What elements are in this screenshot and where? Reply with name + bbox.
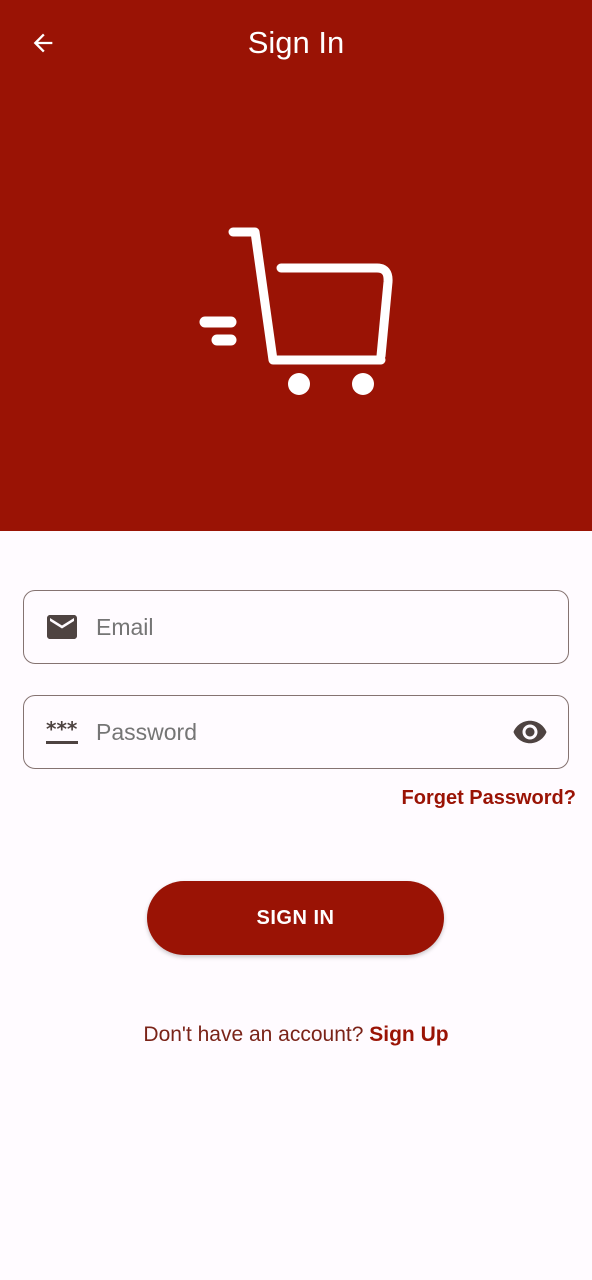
sign-up-link[interactable]: Sign Up	[369, 1023, 448, 1046]
password-visibility-toggle[interactable]	[508, 710, 552, 754]
mail-icon	[42, 607, 82, 647]
svg-text:***: ***	[46, 717, 78, 741]
sign-up-prompt: Don't have an account? Sign Up	[0, 1023, 592, 1047]
password-input[interactable]	[96, 718, 508, 746]
hero-banner: Sign In	[0, 0, 592, 531]
password-icon: ***	[42, 712, 82, 752]
forgot-password-link[interactable]: Forget Password?	[402, 787, 576, 810]
eye-icon	[513, 720, 547, 744]
page-title: Sign In	[247, 25, 345, 60]
email-field[interactable]	[23, 590, 569, 664]
shopping-cart-icon	[199, 227, 393, 395]
sign-up-prompt-text: Don't have an account?	[143, 1023, 364, 1046]
email-input[interactable]	[96, 613, 568, 641]
sign-in-screen: Sign In ***	[0, 0, 592, 1280]
password-field[interactable]: ***	[23, 695, 569, 769]
sign-in-button[interactable]: SIGN IN	[147, 881, 444, 955]
